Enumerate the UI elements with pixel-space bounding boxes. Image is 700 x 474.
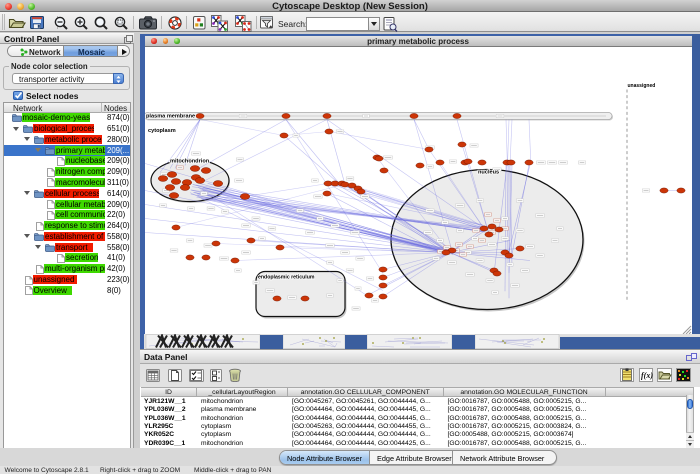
svg-text:unassigned: unassigned bbox=[628, 83, 656, 89]
svg-text:cytoplasm: cytoplasm bbox=[148, 128, 176, 134]
svg-text:f(x): f(x) bbox=[641, 371, 653, 380]
svg-text:plasma membrane: plasma membrane bbox=[146, 113, 195, 119]
svg-text:endoplasmic reticulum: endoplasmic reticulum bbox=[258, 274, 315, 280]
svg-text:nucleus: nucleus bbox=[478, 169, 499, 175]
svg-text:mitochondrion: mitochondrion bbox=[170, 158, 210, 164]
